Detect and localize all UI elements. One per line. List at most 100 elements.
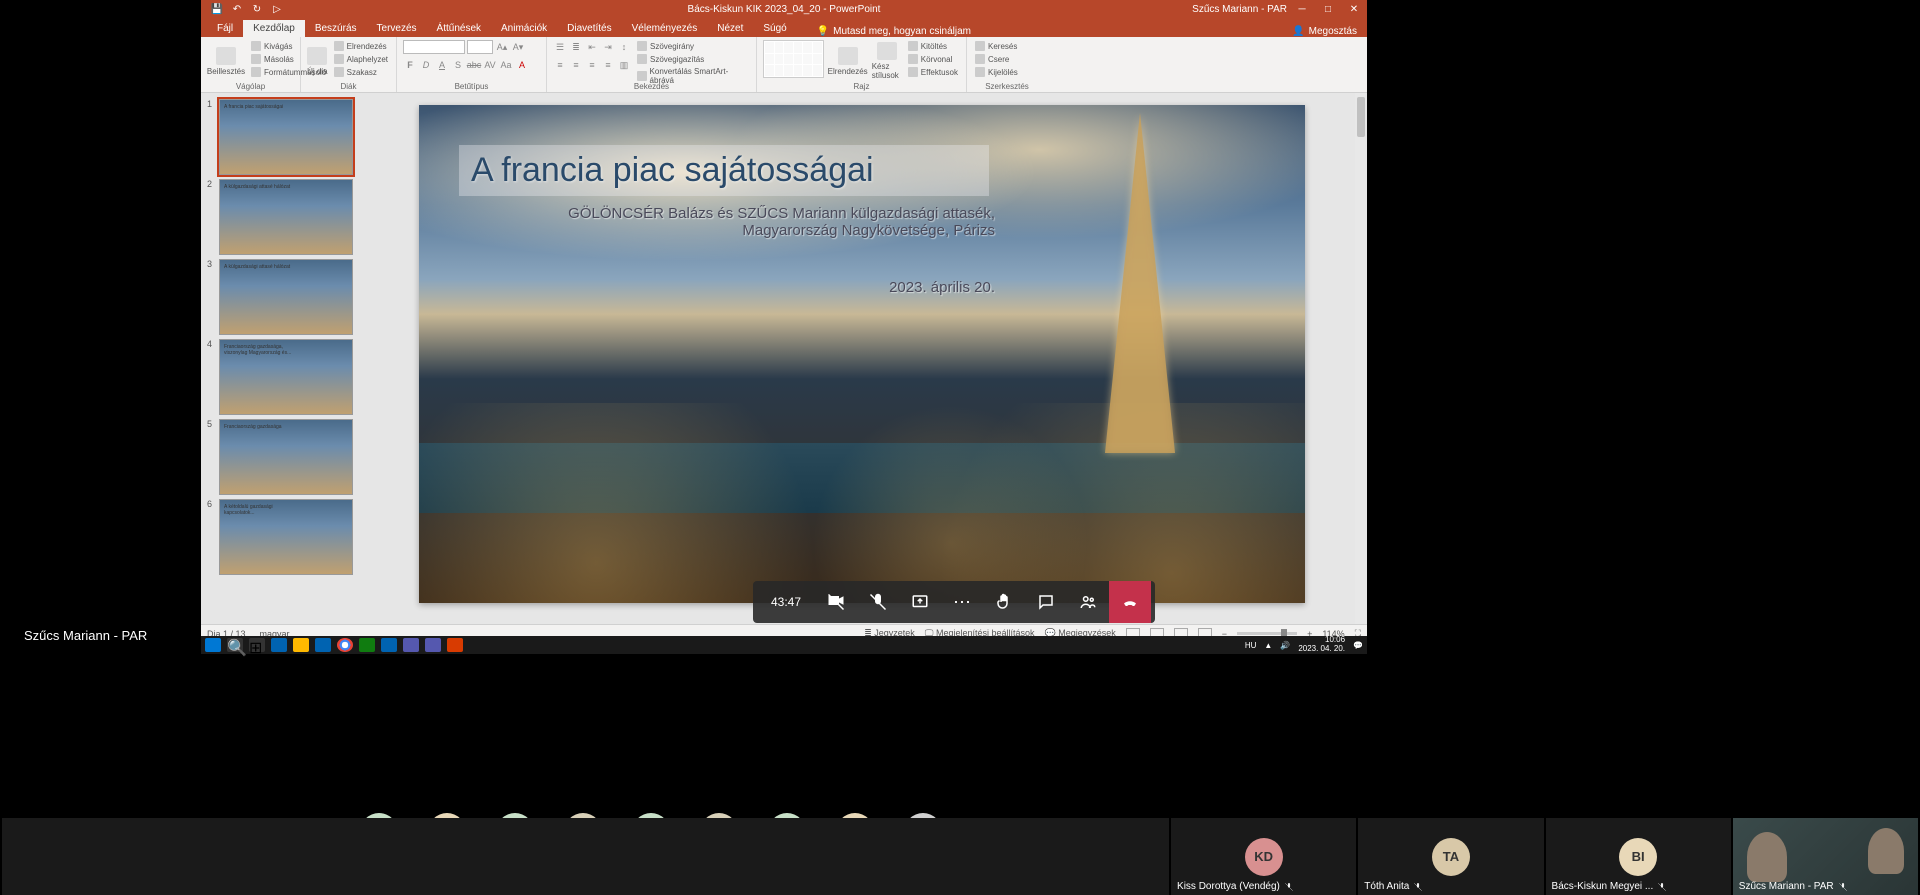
slide-thumbnail[interactable]: 6A kétoldalú gazdasági kapcsolatok...	[201, 497, 369, 577]
columns-button[interactable]: ▥	[617, 58, 631, 72]
select-button[interactable]: Kijelölés	[973, 66, 1020, 78]
numbering-button[interactable]: ≣	[569, 40, 583, 54]
thumbnail-preview[interactable]: A kétoldalú gazdasági kapcsolatok...	[219, 499, 353, 575]
slide-thumbnail[interactable]: 1A francia piac sajátosságai	[201, 97, 369, 177]
tab-design[interactable]: Tervezés	[367, 20, 427, 37]
tab-home[interactable]: Kezdőlap	[243, 20, 305, 37]
current-slide[interactable]: A francia piac sajátosságai GÖLÖNCSÉR Ba…	[419, 105, 1305, 603]
participant-video-cell[interactable]: Szűcs Mariann - PAR	[1733, 818, 1918, 895]
align-right-button[interactable]: ≡	[585, 58, 599, 72]
thumbnail-preview[interactable]: A francia piac sajátosságai	[219, 99, 353, 175]
shape-fill-button[interactable]: Kitöltés	[906, 40, 960, 52]
vertical-scrollbar[interactable]	[1355, 93, 1367, 624]
word-icon[interactable]	[381, 638, 397, 652]
thumbnail-preview[interactable]: Franciaország gazdasága, viszonylag Magy…	[219, 339, 353, 415]
tab-slideshow[interactable]: Diavetítés	[557, 20, 621, 37]
thumbnail-preview[interactable]: A külgazdasági attasé hálózat	[219, 179, 353, 255]
edge-icon[interactable]	[315, 638, 331, 652]
powerpoint-taskbar-icon[interactable]	[447, 638, 463, 652]
font-color-button[interactable]: A	[515, 58, 529, 72]
thumbnail-preview[interactable]: A külgazdasági attasé hálózat	[219, 259, 353, 335]
slide-thumbnail[interactable]: 3A külgazdasági attasé hálózat	[201, 257, 369, 337]
slide-thumbnail[interactable]: 4Franciaország gazdasága, viszonylag Mag…	[201, 337, 369, 417]
notifications-icon[interactable]: 💬	[1353, 641, 1363, 650]
close-button[interactable]: ✕	[1341, 0, 1367, 18]
paste-button[interactable]: Beillesztés	[207, 40, 245, 82]
replace-button[interactable]: Csere	[973, 53, 1020, 65]
zoom-slider[interactable]	[1237, 632, 1297, 635]
tab-review[interactable]: Véleményezés	[622, 20, 708, 37]
share-button[interactable]: 👤 Megosztás	[1292, 26, 1357, 37]
chrome-icon[interactable]	[337, 638, 353, 652]
font-size-select[interactable]	[467, 40, 493, 54]
section-button[interactable]: Szakasz	[332, 66, 390, 78]
spacing-button[interactable]: AV	[483, 58, 497, 72]
language-indicator-taskbar[interactable]: HU	[1245, 641, 1257, 650]
app-icon-2[interactable]	[425, 638, 441, 652]
new-slide-button[interactable]: Új dia	[307, 40, 328, 82]
grow-font-button[interactable]: A▴	[495, 40, 509, 54]
italic-button[interactable]: D	[419, 58, 433, 72]
start-button[interactable]	[205, 638, 221, 652]
text-direction-button[interactable]: Szövegirány	[635, 40, 750, 52]
arrange-button[interactable]: Elrendezés	[828, 40, 868, 82]
title-box[interactable]: A francia piac sajátosságai	[459, 145, 989, 196]
shape-outline-button[interactable]: Körvonal	[906, 53, 960, 65]
tab-file[interactable]: Fájl	[207, 20, 243, 37]
tell-me-search[interactable]: 💡 Mutasd meg, hogyan csináljam	[817, 26, 971, 37]
bullets-button[interactable]: ☰	[553, 40, 567, 54]
tab-transitions[interactable]: Áttűnések	[427, 20, 491, 37]
scrollbar-thumb[interactable]	[1357, 97, 1365, 137]
save-icon[interactable]: 💾	[211, 3, 223, 15]
excel-icon[interactable]	[359, 638, 375, 652]
camera-toggle-button[interactable]	[815, 581, 857, 623]
participant-cell[interactable]: TA Tóth Anita	[1358, 818, 1543, 895]
shape-effects-button[interactable]: Effektusok	[906, 66, 960, 78]
app-icon-1[interactable]	[403, 638, 419, 652]
font-family-select[interactable]	[403, 40, 465, 54]
clock[interactable]: 10:06 2023. 04. 20.	[1298, 636, 1345, 654]
strikethrough-button[interactable]: abc	[467, 58, 481, 72]
underline-button[interactable]: A	[435, 58, 449, 72]
subtitle-box[interactable]: GÖLÖNCSÉR Balázs és SZŰCS Mariann külgaz…	[535, 205, 995, 296]
line-spacing-button[interactable]: ↕	[617, 40, 631, 54]
justify-button[interactable]: ≡	[601, 58, 615, 72]
bold-button[interactable]: F	[403, 58, 417, 72]
layout-button[interactable]: Elrendezés	[332, 40, 390, 52]
change-case-button[interactable]: Aa	[499, 58, 513, 72]
quick-styles-button[interactable]: Kész stílusok	[872, 40, 902, 82]
task-view-icon[interactable]: ⊞	[249, 638, 265, 652]
start-slideshow-icon[interactable]: ▷	[271, 3, 283, 15]
tray-icon-1[interactable]: ▲	[1264, 641, 1272, 650]
hangup-button[interactable]	[1109, 581, 1151, 623]
participant-cell[interactable]: BI Bács-Kiskun Megyei ...	[1546, 818, 1731, 895]
mic-toggle-button[interactable]	[857, 581, 899, 623]
outlook-icon[interactable]	[271, 638, 287, 652]
shadow-button[interactable]: S	[451, 58, 465, 72]
find-button[interactable]: Keresés	[973, 40, 1020, 52]
increase-indent-button[interactable]: ⇥	[601, 40, 615, 54]
shrink-font-button[interactable]: A▾	[511, 40, 525, 54]
tab-help[interactable]: Súgó	[753, 20, 796, 37]
more-actions-button[interactable]: ⋯	[941, 581, 983, 623]
align-text-button[interactable]: Szövegigazítás	[635, 53, 750, 65]
user-name[interactable]: Szűcs Mariann - PAR	[1192, 4, 1287, 15]
participant-cell[interactable]: KD Kiss Dorottya (Vendég)	[1171, 818, 1356, 895]
decrease-indent-button[interactable]: ⇤	[585, 40, 599, 54]
slide-thumbnail[interactable]: 2A külgazdasági attasé hálózat	[201, 177, 369, 257]
shapes-gallery[interactable]	[763, 40, 824, 78]
maximize-button[interactable]: □	[1315, 0, 1341, 18]
slide-thumbnail[interactable]: 5Franciaország gazdasága	[201, 417, 369, 497]
file-explorer-icon[interactable]	[293, 638, 309, 652]
align-left-button[interactable]: ≡	[553, 58, 567, 72]
raise-hand-button[interactable]	[983, 581, 1025, 623]
share-screen-button[interactable]	[899, 581, 941, 623]
tab-insert[interactable]: Beszúrás	[305, 20, 367, 37]
tab-animations[interactable]: Animációk	[491, 20, 557, 37]
chat-button[interactable]	[1025, 581, 1067, 623]
tab-view[interactable]: Nézet	[707, 20, 753, 37]
slide-thumbnail-panel[interactable]: 1A francia piac sajátosságai2A külgazdas…	[201, 93, 369, 624]
participants-button[interactable]	[1067, 581, 1109, 623]
search-taskbar-icon[interactable]: 🔍	[227, 638, 243, 652]
reset-button[interactable]: Alaphelyzet	[332, 53, 390, 65]
